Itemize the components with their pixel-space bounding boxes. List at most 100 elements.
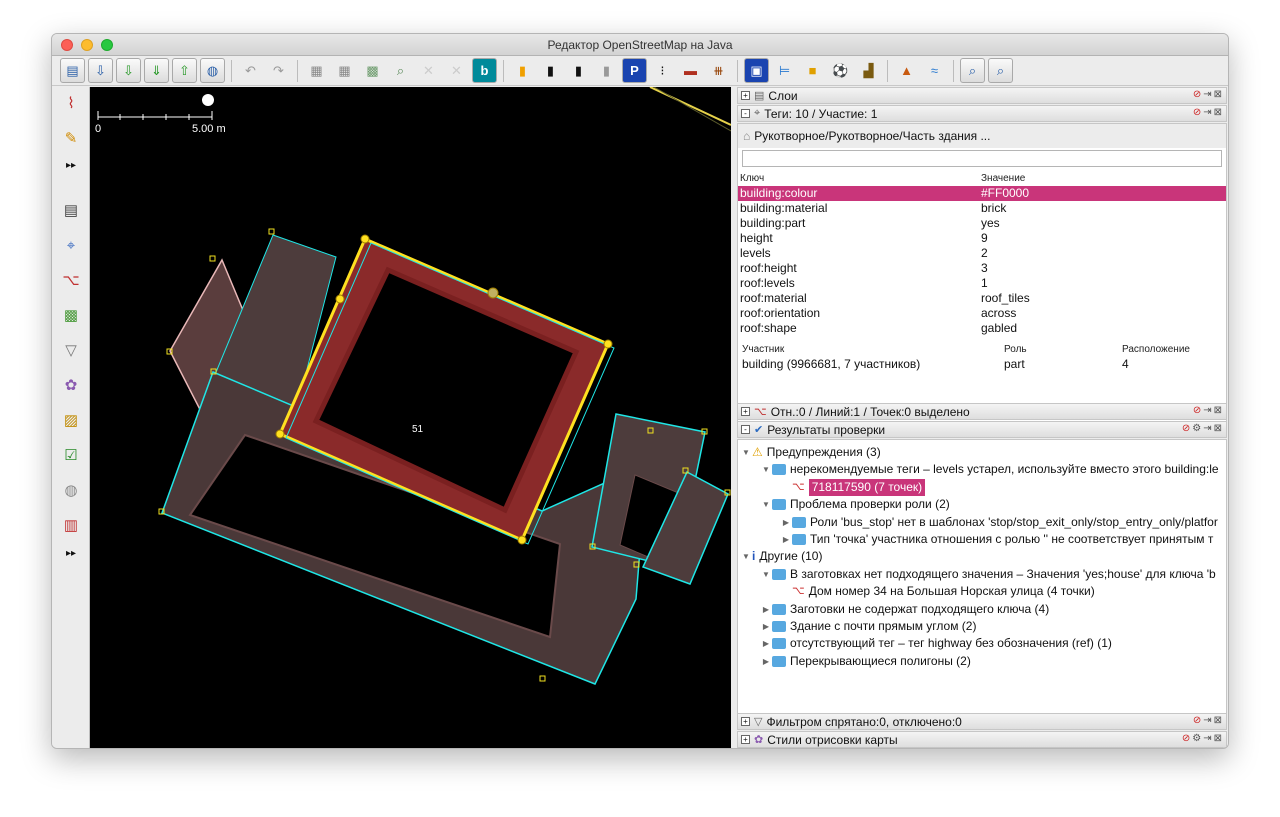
member-column-header[interactable]: Участник [738,344,1004,357]
road-icon[interactable]: ▮ [594,58,619,83]
relations-icon[interactable]: ⌥ [59,268,83,292]
minimize-icon[interactable]: ⊠ [1214,733,1222,744]
tag-row[interactable]: roof:shape gabled [738,321,1226,336]
tree-node[interactable]: ▼ нерекомендуемые теги – levels устарел, … [760,461,1219,478]
close-panel-icon[interactable]: ⊘ [1193,715,1201,726]
filter-panel-header[interactable]: + ▽ Фильтром спрятано:0, отключено:0 ⊘ ⇥ ⊠ [737,713,1227,730]
imagery-icon[interactable]: ▦ [304,58,329,83]
layers-icon[interactable]: ▤ [59,198,83,222]
expand-toggle[interactable]: + [741,407,750,416]
railway-icon[interactable]: ⧻ [706,58,731,83]
expanded-arrow-icon[interactable]: ▼ [760,496,772,513]
collapsed-arrow-icon[interactable]: ▶ [760,635,772,652]
filter-icon[interactable]: ▽ [59,338,83,362]
undo-icon[interactable]: ↶ [238,58,263,83]
save-icon[interactable]: ⇩ [88,58,113,83]
tag-row[interactable]: roof:material roof_tiles [738,291,1226,306]
styles-panel-header[interactable]: + ✿ Стили отрисовки карты ⊘ ⚙ ⇥ ⊠ [737,731,1227,748]
search-icon[interactable]: ⌕ [960,58,985,83]
tree-node[interactable]: ▼ Проблема проверки роли (2) [760,496,950,513]
map-canvas[interactable]: 0 5.00 m 51 [90,87,731,749]
parking-icon[interactable]: P [622,58,647,83]
tag-row[interactable]: building:material brick [738,201,1226,216]
tree-node[interactable]: ▶ отсутствующий тег – тег highway без обо… [760,635,1112,652]
map-view[interactable]: 0 5.00 m 51 [90,87,731,749]
detach-icon[interactable]: ⇥ [1203,733,1211,744]
member-row[interactable]: building (9966681, 7 участников) part 4 [738,357,1226,372]
minimize-window-button[interactable] [81,39,93,51]
expand-toggle[interactable]: + [741,717,750,726]
expanded-arrow-icon[interactable]: ▼ [760,566,772,583]
close-panel-icon[interactable]: ⊘ [1182,733,1190,744]
maximize-window-button[interactable] [101,39,113,51]
tag-row[interactable]: roof:orientation across [738,306,1226,321]
preset-label[interactable]: ⌂ Рукотворное/Рукотворное/Часть здания .… [738,124,1226,148]
bing-icon[interactable]: b [472,58,497,83]
industrial-icon[interactable]: ▟ [856,58,881,83]
barcode-icon[interactable]: ▥ [59,513,83,537]
detach-icon[interactable]: ⇥ [1203,405,1211,416]
tree-node[interactable]: ▶ Здание с почти прямым углом (2) [760,618,977,635]
expanded-arrow-icon[interactable]: ▼ [740,548,752,565]
validator-icon[interactable]: ▨ [59,408,83,432]
position-column-header[interactable]: Расположение [1122,344,1190,357]
imagery-icon[interactable]: ✕ [444,58,469,83]
shop-icon[interactable]: ■ [800,58,825,83]
tree-node[interactable]: ▼ В заготовках нет подходящего значения –… [760,566,1216,583]
tag-row[interactable]: height 9 [738,231,1226,246]
more-icon[interactable]: ▸▸ [59,541,83,565]
tree-node[interactable]: ▶ Роли 'bus_stop' нет в шаблонах 'stop/st… [780,514,1218,531]
tag-search-input[interactable] [742,150,1222,167]
close-panel-icon[interactable]: ⊘ [1182,423,1190,434]
wms-icon[interactable]: ▩ [360,58,385,83]
waterway-icon[interactable]: ≈ [922,58,947,83]
expanded-arrow-icon[interactable]: ▼ [760,461,772,478]
tags-icon[interactable]: ⌖ [59,233,83,257]
role-column-header[interactable]: Роль [1004,344,1122,357]
info-icon[interactable]: ▣ [744,58,769,83]
tag-row[interactable]: levels 2 [738,246,1226,261]
settings-icon[interactable]: ⚙ [1192,733,1201,744]
close-panel-icon[interactable]: ⊘ [1193,405,1201,416]
tree-node[interactable]: ▼ ⚠ Предупреждения (3) [740,444,881,461]
close-panel-icon[interactable]: ⊘ [1193,107,1201,118]
road-icon[interactable]: ▮ [538,58,563,83]
imagery-icon[interactable]: ✕ [416,58,441,83]
traffic-light-icon[interactable]: ⁝ [650,58,675,83]
collapsed-arrow-icon[interactable]: ▶ [780,531,792,548]
download-icon[interactable]: ⇩ [116,58,141,83]
upload-icon[interactable]: ⇧ [172,58,197,83]
value-column-header[interactable]: Значение [981,173,1025,186]
tag-row[interactable]: roof:levels 1 [738,276,1226,291]
zoom-icon[interactable]: ⌕ [388,58,413,83]
minimize-icon[interactable]: ⊠ [1214,107,1222,118]
globe-icon[interactable]: ◍ [59,478,83,502]
detach-icon[interactable]: ⇥ [1203,715,1211,726]
more-icon[interactable]: ▸▸ [59,153,83,177]
minimize-icon[interactable]: ⊠ [1214,715,1222,726]
tags-panel-header[interactable]: - ⌖ Теги: 10 / Участие: 1 ⊘ ⇥ ⊠ [737,105,1227,122]
download-area-icon[interactable]: ⇓ [144,58,169,83]
bed-icon[interactable]: ⊨ [772,58,797,83]
tree-node[interactable]: ▼ i Другие (10) [740,548,822,565]
tree-node[interactable]: ⌥ Дом номер 34 на Большая Норская улица (… [780,583,1095,600]
detach-icon[interactable]: ⇥ [1203,107,1211,118]
close-panel-icon[interactable]: ⊘ [1193,89,1201,100]
wall-icon[interactable]: ▬ [678,58,703,83]
checklist-icon[interactable]: ☑ [59,443,83,467]
collapsed-arrow-icon[interactable]: ▶ [760,618,772,635]
tree-node[interactable]: ▶ Тип 'точка' участника отношения с ролью… [780,531,1213,548]
validation-panel-header[interactable]: - ✔ Результаты проверки ⊘ ⚙ ⇥ ⊠ [737,421,1227,438]
detach-icon[interactable]: ⇥ [1203,423,1211,434]
search-icon[interactable]: ⌕ [988,58,1013,83]
expand-toggle[interactable]: + [741,735,750,744]
road-icon[interactable]: ▮ [510,58,535,83]
images-icon[interactable]: ▩ [59,303,83,327]
collapsed-arrow-icon[interactable]: ▶ [780,514,792,531]
minimize-icon[interactable]: ⊠ [1214,423,1222,434]
redo-icon[interactable]: ↷ [266,58,291,83]
pencil-icon[interactable]: ✎ [59,126,83,150]
collapse-toggle[interactable]: - [741,425,750,434]
football-icon[interactable]: ⚽ [828,58,853,83]
expand-toggle[interactable]: + [741,91,750,100]
